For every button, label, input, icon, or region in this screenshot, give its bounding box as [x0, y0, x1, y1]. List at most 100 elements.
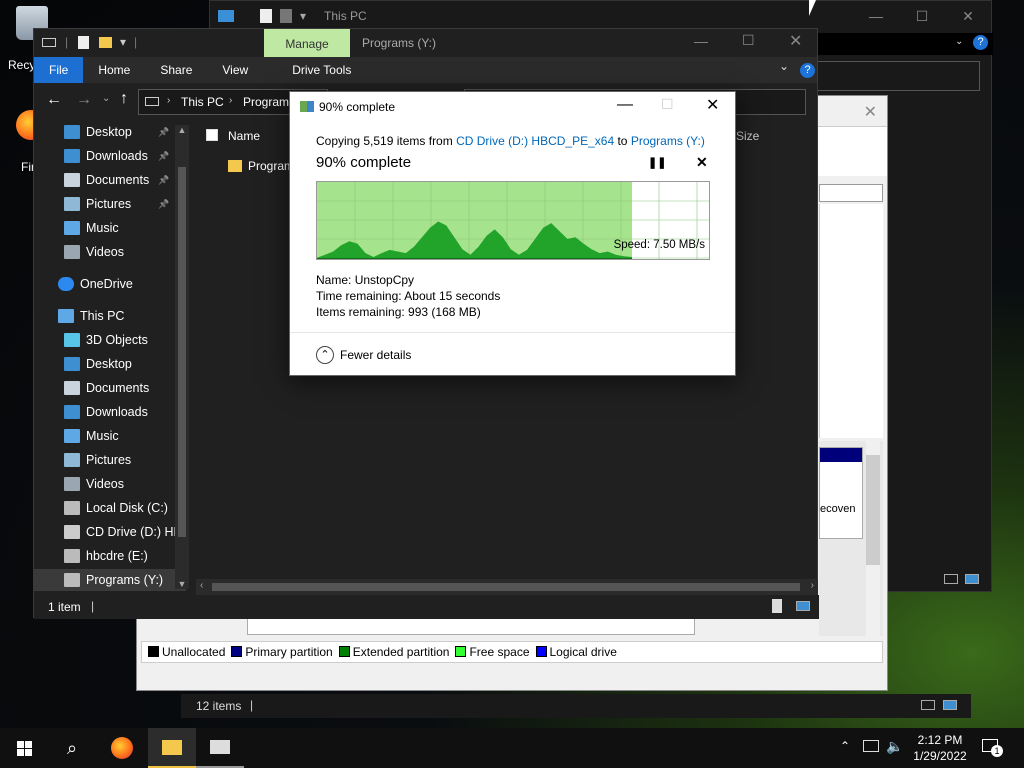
clock[interactable]: 2:12 PM 1/29/2022: [908, 732, 972, 764]
name-value: UnstopCpy: [354, 273, 415, 287]
horizontal-scrollbar[interactable]: ‹ ›: [196, 579, 818, 595]
search-box[interactable]: [808, 61, 980, 91]
pin-icon[interactable]: 📌: [158, 175, 169, 186]
column-name[interactable]: Name: [228, 129, 260, 143]
select-all-checkbox[interactable]: [206, 129, 218, 141]
nav-scrollbar[interactable]: ▲ ▼: [175, 125, 189, 589]
sidebar-item-downloads[interactable]: Downloads 📌: [34, 145, 186, 167]
sidebar-item-desktop[interactable]: Desktop 📌: [34, 121, 186, 143]
tab-drive-tools[interactable]: Drive Tools: [277, 57, 366, 83]
file-row[interactable]: Program: [228, 156, 294, 176]
pin-icon[interactable]: 📌: [158, 199, 169, 210]
sidebar-item-music[interactable]: Music: [34, 217, 186, 239]
tiles-view-icon[interactable]: [943, 700, 957, 710]
close-button[interactable]: ✕: [817, 102, 877, 122]
new-folder-icon[interactable]: [99, 37, 112, 48]
tab-share[interactable]: Share: [145, 57, 207, 83]
chevron-down-icon[interactable]: ⌄: [779, 59, 789, 73]
help-icon[interactable]: ?: [800, 63, 815, 78]
sidebar-item-videos[interactable]: Videos: [34, 241, 186, 263]
disk-graphic-pane: ecoven: [819, 441, 883, 641]
search-button[interactable]: ⌕: [48, 728, 96, 768]
legend-primary: Primary partition: [231, 645, 333, 659]
chevron-up-icon[interactable]: ⌃: [840, 739, 850, 753]
close-button[interactable]: ✕: [789, 31, 802, 51]
tiles-view-icon[interactable]: [965, 574, 980, 584]
chevron-down-icon[interactable]: ▾: [120, 35, 126, 49]
notification-button[interactable]: 1: [982, 737, 1003, 757]
onedrive-icon: [58, 277, 74, 291]
close-button[interactable]: ✕: [945, 1, 991, 31]
sidebar-item-videos[interactable]: Videos: [34, 473, 186, 495]
breadcrumb-this-pc[interactable]: This PC: [181, 95, 224, 109]
help-icon[interactable]: ?: [973, 35, 988, 50]
properties-icon[interactable]: [78, 36, 89, 49]
folder-gray-icon[interactable]: [280, 9, 292, 23]
sidebar-item-hbcdre-e[interactable]: hbcdre (E:): [34, 545, 186, 567]
speed-readout: Speed: 7.50 MB/s: [613, 239, 705, 251]
legend-free-space: Free space: [455, 645, 530, 659]
manage-tab[interactable]: Manage: [264, 29, 350, 57]
desktop-icon: [64, 357, 80, 371]
details-view-icon[interactable]: [944, 573, 980, 587]
sidebar-item-cd-drive-d-hb[interactable]: CD Drive (D:) HB: [34, 521, 186, 543]
minimize-button[interactable]: —: [853, 1, 899, 31]
breadcrumb-programs[interactable]: Program: [243, 95, 289, 109]
volume-muted-icon[interactable]: 🔈: [886, 738, 903, 755]
documents-icon: [64, 381, 80, 395]
start-button[interactable]: [0, 728, 48, 768]
up-arrow-icon[interactable]: ↑: [120, 90, 128, 108]
chevron-down-icon[interactable]: ⌄: [955, 36, 963, 47]
pin-icon[interactable]: 📌: [158, 127, 169, 138]
network-icon[interactable]: [863, 740, 879, 752]
maximize-button: ☐: [661, 96, 674, 112]
taskbar-copy-app[interactable]: [196, 728, 244, 768]
minimize-button[interactable]: —: [694, 33, 708, 49]
cancel-button[interactable]: ✕: [696, 154, 708, 171]
partition-label: ecoven: [820, 503, 856, 515]
back-status-bar: 12 items |: [181, 694, 971, 718]
sidebar-item-music[interactable]: Music: [34, 425, 186, 447]
pause-button[interactable]: ❚❚: [648, 156, 666, 169]
sidebar-item-onedrive[interactable]: OneDrive: [34, 273, 186, 295]
sidebar-item-documents[interactable]: Documents: [34, 377, 186, 399]
drive-icon: [42, 38, 56, 47]
speed-graph: Speed: 7.50 MB/s: [316, 181, 710, 260]
close-button[interactable]: ✕: [706, 95, 719, 115]
sidebar-item-this-pc[interactable]: This PC: [34, 305, 186, 327]
tab-home[interactable]: Home: [83, 57, 145, 83]
sidebar-item-pictures[interactable]: Pictures 📌: [34, 193, 186, 215]
tab-view[interactable]: View: [207, 57, 263, 83]
source-link[interactable]: CD Drive (D:) HBCD_PE_x64: [456, 134, 614, 148]
sidebar-item-3d-objects[interactable]: 3D Objects: [34, 329, 186, 351]
recent-locations-icon[interactable]: ⌄: [102, 93, 110, 104]
column-size[interactable]: Size: [736, 129, 759, 143]
sidebar-item-label: Pictures: [86, 453, 132, 467]
tab-file[interactable]: File: [34, 57, 84, 83]
minimize-button[interactable]: —: [617, 96, 633, 114]
window-title: Programs (Y:): [362, 36, 437, 50]
fewer-details-toggle[interactable]: ⌃ Fewer details: [316, 346, 411, 364]
vertical-scrollbar[interactable]: [866, 441, 880, 641]
chevron-down-icon[interactable]: ▾: [300, 9, 306, 23]
details-view-icon[interactable]: [921, 700, 935, 710]
maximize-button[interactable]: ☐: [742, 32, 755, 49]
properties-icon[interactable]: [260, 9, 272, 23]
back-arrow-icon[interactable]: ←: [46, 91, 62, 109]
sidebar-item-label: Documents: [86, 173, 150, 187]
tiles-view-icon[interactable]: [796, 601, 810, 611]
taskbar-firefox[interactable]: [98, 728, 146, 768]
sidebar-item-documents[interactable]: Documents 📌: [34, 169, 186, 191]
sidebar-item-programs-y[interactable]: Programs (Y:): [34, 569, 186, 591]
explorer-titlebar: | ▾ | Manage Programs (Y:) — ☐ ✕: [34, 29, 819, 57]
taskbar-file-explorer[interactable]: [148, 728, 196, 768]
sidebar-item-desktop[interactable]: Desktop: [34, 353, 186, 375]
forward-arrow-icon[interactable]: →: [76, 91, 92, 109]
maximize-button[interactable]: ☐: [899, 1, 945, 31]
sidebar-item-local-disk-c[interactable]: Local Disk (C:): [34, 497, 186, 519]
sidebar-item-pictures[interactable]: Pictures: [34, 449, 186, 471]
sidebar-item-downloads[interactable]: Downloads: [34, 401, 186, 423]
destination-link[interactable]: Programs (Y:): [631, 134, 705, 148]
pin-icon[interactable]: 📌: [158, 151, 169, 162]
details-view-icon[interactable]: [772, 599, 782, 613]
